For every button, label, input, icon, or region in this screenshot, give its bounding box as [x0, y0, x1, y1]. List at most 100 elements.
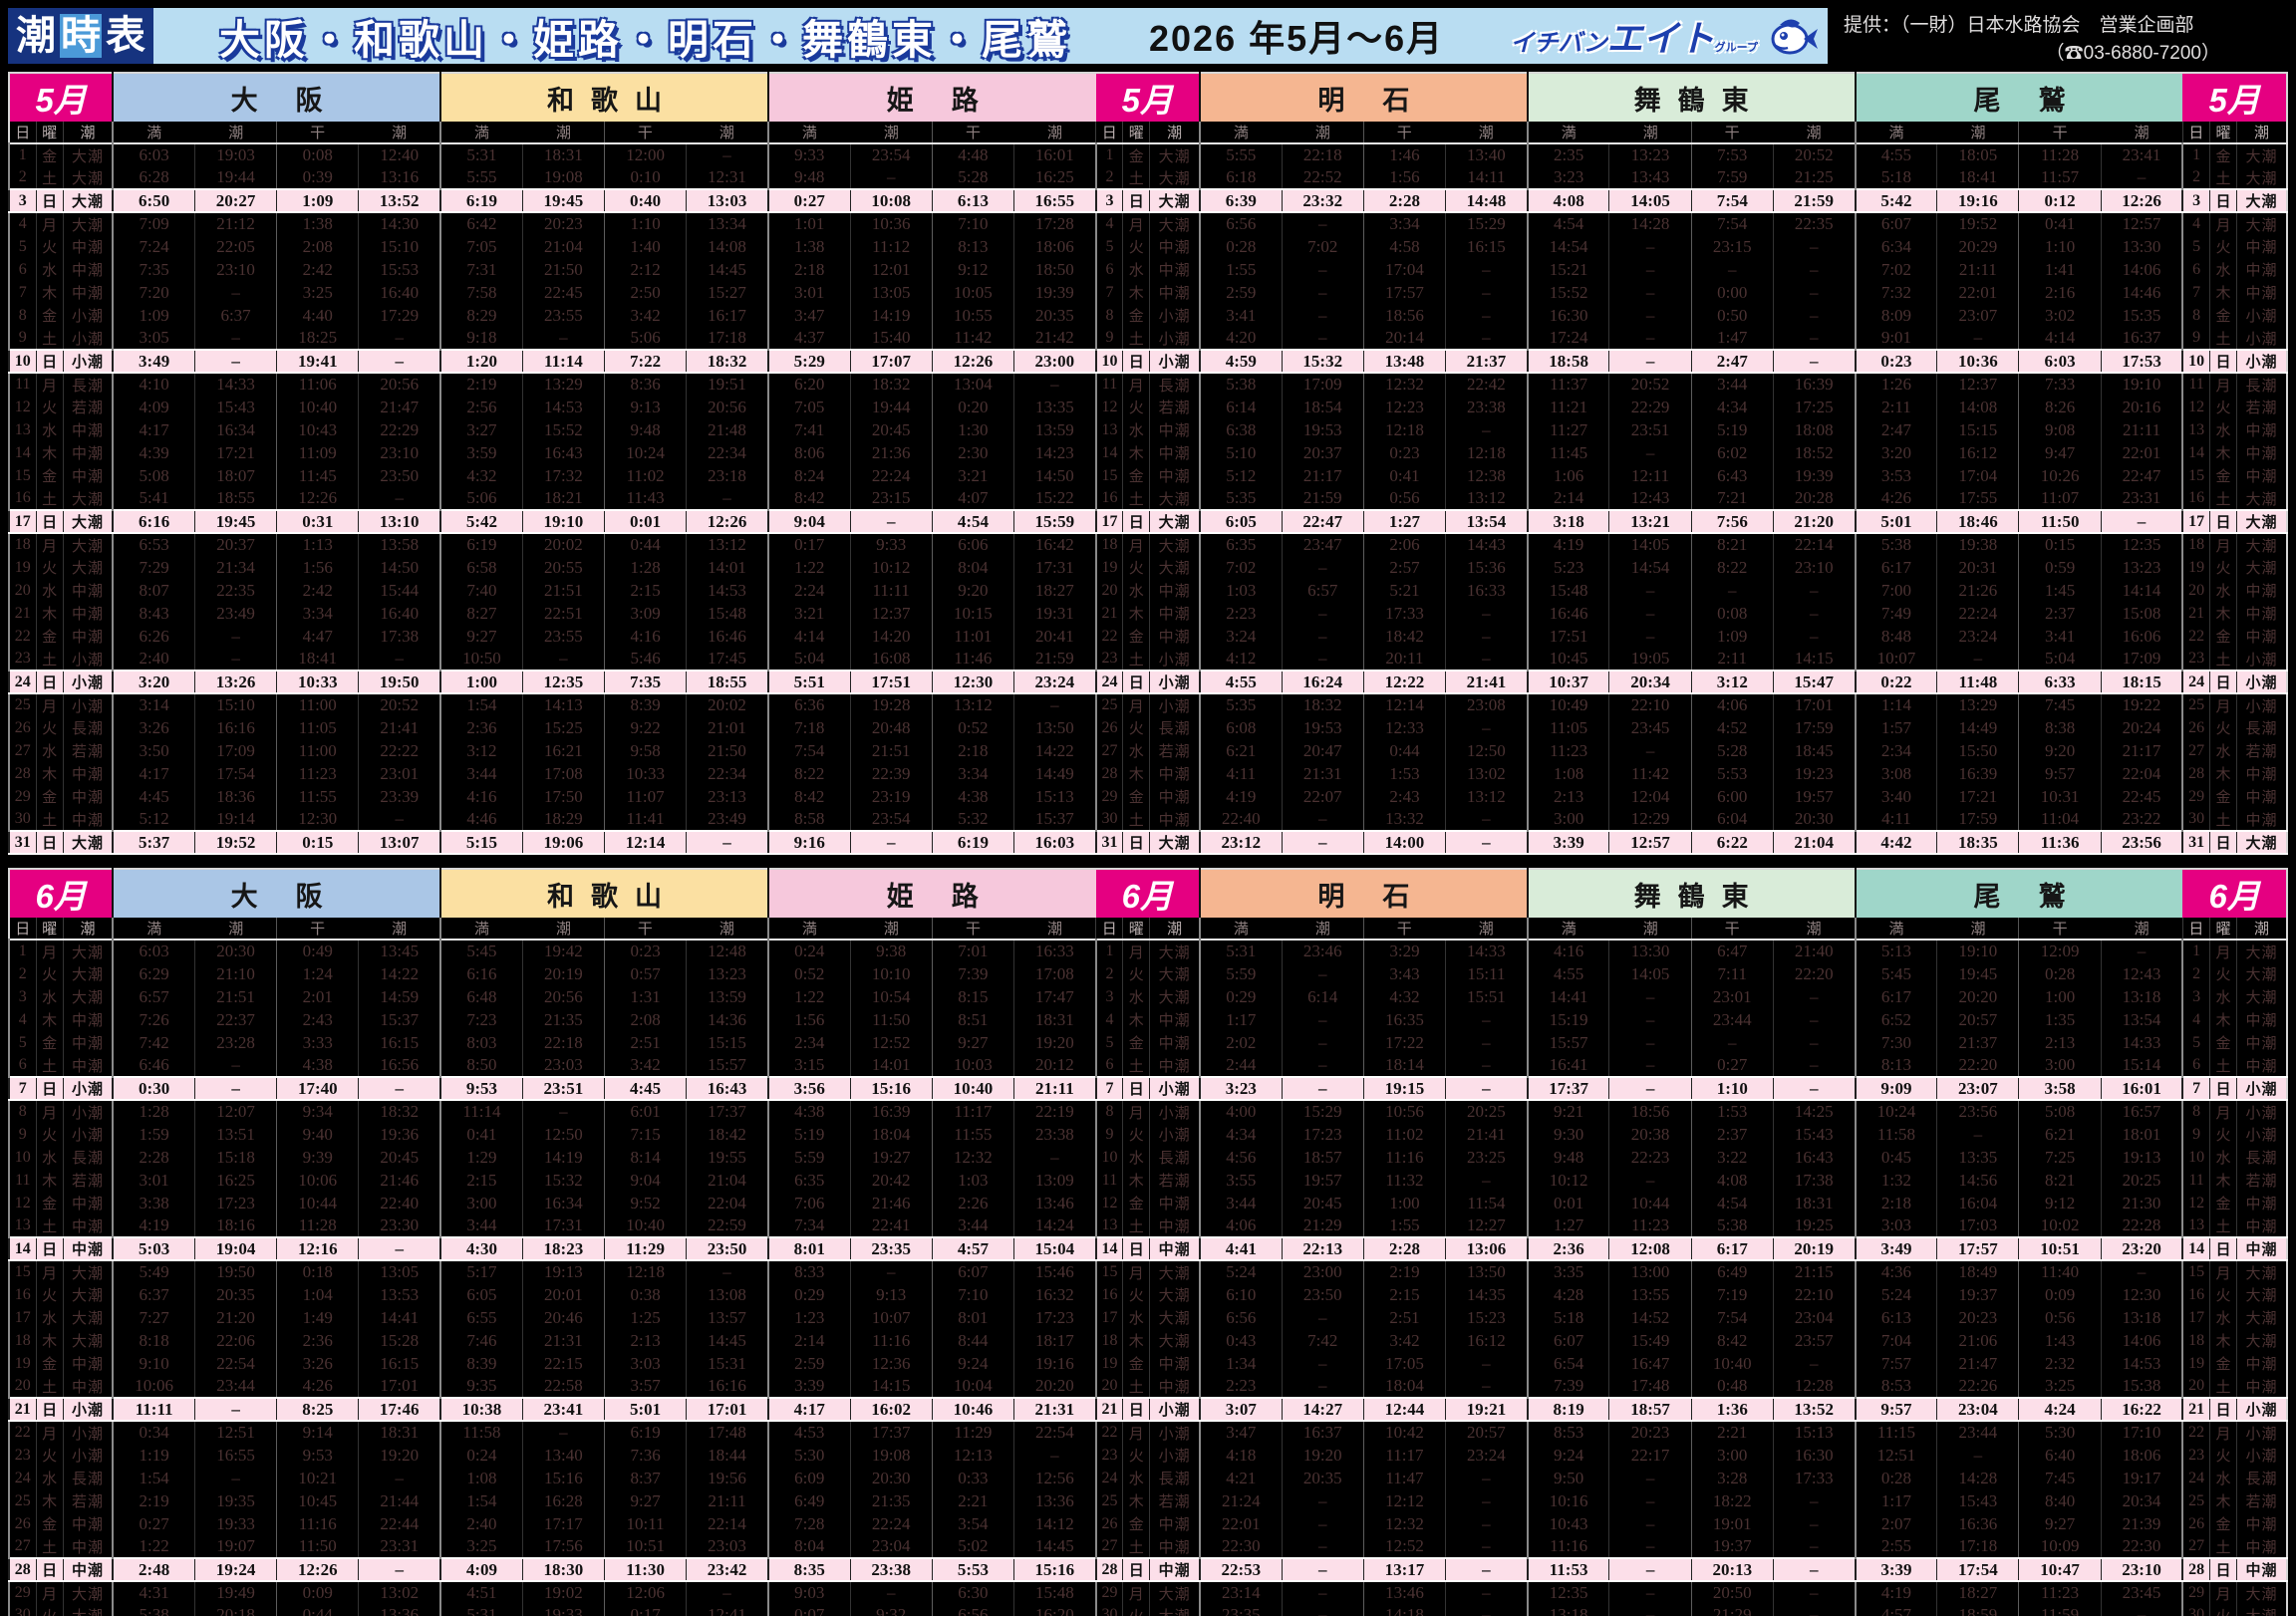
tide-time-cell: 6:54: [1526, 1352, 1609, 1375]
tide-time-cell: 16:33: [1012, 940, 1096, 962]
table-row: 20 水中潮 8:07 22:35 2:42 15:44 7:40 21:51 2:15 14:5…: [7, 579, 2287, 602]
tide-time-cell: 2:11: [1690, 648, 1774, 671]
tide-time-cell: –: [686, 487, 768, 510]
tide-time-cell: –: [1936, 1444, 2019, 1467]
tide-time-cell: 6:06: [931, 533, 1014, 556]
tide-time-cell: 20:14: [1362, 327, 1446, 350]
tide-time-cell: 7:36: [603, 1444, 687, 1467]
tide-time-cell: 7:42: [112, 1031, 195, 1054]
tide-type-cell: 長潮: [2236, 1467, 2287, 1489]
tide-time-cell: 5:03: [112, 1236, 195, 1261]
city-header: 大阪: [112, 73, 441, 122]
weekday-cell: 土: [1122, 648, 1150, 671]
weekday-cell: 日: [1122, 509, 1150, 534]
day-cell: 6: [7, 1054, 37, 1077]
day-cell: 18: [2181, 1329, 2210, 1352]
tide-time-cell: 15:32: [1281, 349, 1364, 374]
tide-time-cell: 13:00: [1608, 1260, 1692, 1283]
day-cell: 19: [7, 1352, 37, 1375]
tide-time-cell: 20:57: [1445, 1421, 1528, 1444]
day-cell: 24: [1094, 1467, 1123, 1489]
tide-time-cell: 0:28: [2018, 962, 2102, 985]
tide-time-cell: 6:22: [1690, 830, 1774, 855]
day-cell: 5: [1094, 235, 1123, 258]
day-cell: 22: [1094, 1421, 1123, 1444]
tide-time-cell: 23:10: [193, 258, 277, 281]
tide-time-cell: 10:15: [931, 602, 1014, 625]
weekday-cell: 金: [1122, 304, 1150, 327]
tide-time-cell: 15:35: [2100, 304, 2183, 327]
tide-time-cell: 7:05: [766, 396, 851, 418]
table-row: 2 土大潮 6:28 19:44 0:39 13:16 5:55 19:08 0:10 12:31…: [7, 166, 2287, 189]
tide-time-cell: 10:09: [2018, 1535, 2102, 1558]
tide-type-cell: 小潮: [2236, 327, 2287, 350]
tide-time-cell: 17:56: [521, 1535, 605, 1558]
tide-table: 6月 大阪 和歌山 姫路 6月 明石 舞鶴東 尾鷲 6月日曜潮満 潮干 潮満 潮干 潮満 潮干 …: [7, 868, 2288, 1616]
tide-type-cell: 小潮: [2236, 349, 2287, 374]
tide-time-cell: 8:42: [1690, 1329, 1774, 1352]
tide-time-cell: 4:06: [1198, 1214, 1283, 1237]
weekday-cell: 土: [2208, 1535, 2237, 1558]
day-cell: 11: [1094, 373, 1123, 396]
tide-time-cell: 0:22: [1854, 670, 1937, 694]
tide-type-cell: 中潮: [62, 1535, 114, 1558]
weekday-cell: 土: [35, 166, 64, 189]
tide-time-cell: 15:13: [1772, 1421, 1856, 1444]
tide-time-cell: 21:39: [2100, 1512, 2183, 1535]
tide-time-cell: 17:04: [1362, 258, 1446, 281]
tide-time-cell: 21:37: [1445, 349, 1528, 374]
tide-time-cell: 3:00: [439, 1192, 523, 1214]
tide-time-cell: 6:03: [2018, 349, 2102, 374]
tide-time-cell: 1:27: [1526, 1214, 1609, 1237]
tide-time-cell: 22:35: [1772, 212, 1856, 235]
tide-time-cell: 5:38: [1198, 373, 1283, 396]
column-header-low-tide: 干 潮: [603, 918, 768, 940]
weekday-cell: 金: [2208, 1352, 2237, 1375]
tide-time-cell: 3:38: [112, 1192, 195, 1214]
tide-type-cell: 大潮: [62, 962, 114, 985]
tide-time-cell: 4:55: [1526, 962, 1609, 985]
day-cell: 14: [7, 1236, 37, 1261]
tide-time-cell: 17:28: [1012, 212, 1096, 235]
tide-time-cell: 3:27: [439, 418, 523, 441]
tide-time-cell: 13:59: [686, 985, 768, 1008]
day-cell: 6: [2181, 1054, 2210, 1077]
tide-time-cell: 5:31: [439, 143, 523, 166]
tide-time-cell: 22:01: [1198, 1512, 1283, 1535]
tide-time-cell: 15:48: [1526, 579, 1609, 602]
tide-time-cell: 22:29: [1608, 396, 1692, 418]
day-cell: 15: [1094, 464, 1123, 487]
tide-time-cell: 0:27: [1690, 1054, 1774, 1077]
tide-type-cell: 中潮: [1149, 441, 1200, 464]
tide-time-cell: 2:47: [1854, 418, 1937, 441]
tide-time-cell: –: [358, 349, 441, 374]
tide-time-cell: 18:08: [1772, 418, 1856, 441]
tide-time-cell: –: [358, 1236, 441, 1261]
day-cell: 10: [1094, 349, 1123, 374]
tide-time-cell: 19:02: [521, 1581, 605, 1604]
tide-time-cell: 13:54: [1445, 509, 1528, 534]
tide-type-cell: 大潮: [1149, 1581, 1200, 1604]
tide-time-cell: 22:51: [521, 602, 605, 625]
weekday-cell: 日: [1122, 1557, 1150, 1582]
tide-time-cell: 15:38: [2100, 1375, 2183, 1398]
day-cell: 11: [1094, 1169, 1123, 1192]
weekday-cell: 火: [2208, 235, 2237, 258]
weekday-cell: 水: [35, 1306, 64, 1329]
tide-time-cell: 4:34: [1198, 1123, 1283, 1146]
day-cell: 28: [2181, 762, 2210, 785]
tide-time-cell: –: [1608, 1557, 1692, 1582]
tide-time-cell: 1:55: [1362, 1214, 1446, 1237]
tide-time-cell: 6:18: [1198, 166, 1283, 189]
tide-time-cell: 1:56: [1362, 166, 1446, 189]
tide-time-cell: 18:06: [1012, 235, 1096, 258]
tide-time-cell: 14:45: [686, 258, 768, 281]
tide-time-cell: 4:54: [1690, 1192, 1774, 1214]
tide-time-cell: 12:33: [1362, 716, 1446, 739]
tide-type-cell: 中潮: [1149, 1512, 1200, 1535]
tide-time-cell: –: [193, 1397, 277, 1422]
tide-time-cell: 13:23: [1608, 143, 1692, 166]
tide-time-cell: 22:15: [521, 1352, 605, 1375]
day-cell: 29: [7, 785, 37, 808]
tide-type-cell: 大潮: [62, 1604, 114, 1616]
